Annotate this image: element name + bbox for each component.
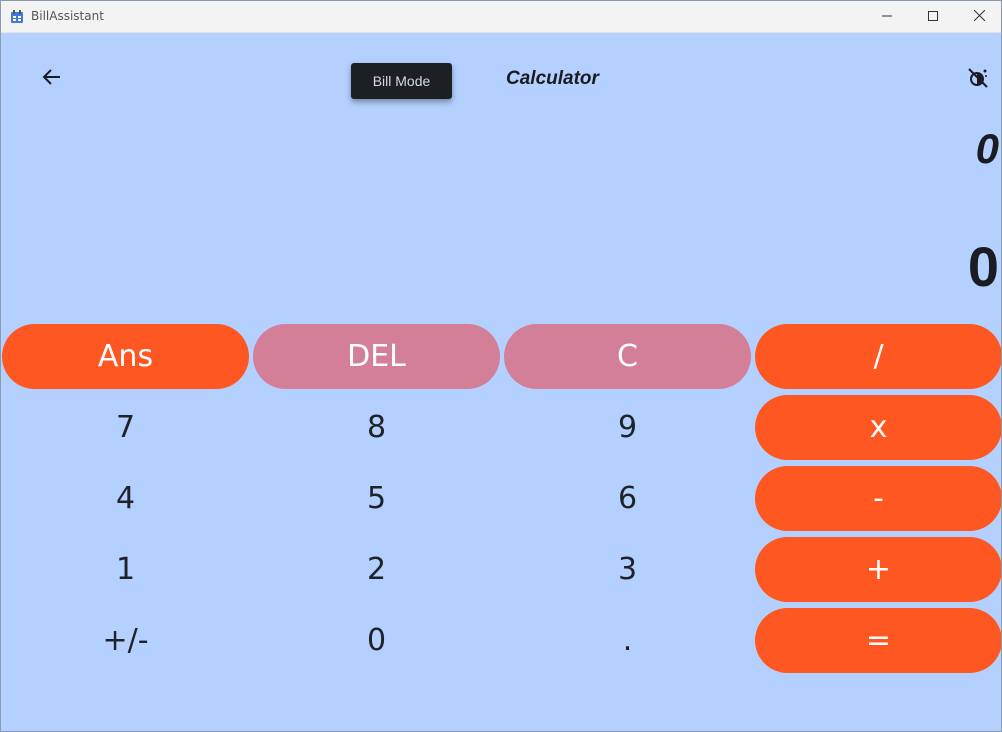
expression-display: 0 — [975, 125, 999, 172]
decimal-point-button[interactable]: . — [504, 608, 751, 673]
minimize-button[interactable] — [864, 1, 910, 32]
arrow-left-icon — [42, 68, 62, 91]
sign-toggle-button[interactable]: +/- — [2, 608, 249, 673]
minimize-icon — [882, 8, 892, 26]
app-window: BillAssistant Bill Mode Calculator 0 0 A… — [0, 0, 1002, 732]
maximize-button[interactable] — [910, 1, 956, 32]
bill-mode-button[interactable]: Bill Mode — [351, 63, 452, 99]
minus-button[interactable]: - — [755, 466, 1001, 531]
digit-6-button[interactable]: 6 — [504, 466, 751, 531]
digit-1-button[interactable]: 1 — [2, 537, 249, 602]
maximize-icon — [928, 8, 938, 26]
clear-button[interactable]: C — [504, 324, 751, 389]
digit-4-button[interactable]: 4 — [2, 466, 249, 531]
page-title: Calculator — [506, 68, 599, 89]
back-button[interactable] — [32, 61, 72, 97]
theme-toggle-icon — [967, 67, 989, 94]
digit-2-button[interactable]: 2 — [253, 537, 500, 602]
delete-button[interactable]: DEL — [253, 324, 500, 389]
equals-button[interactable]: = — [755, 608, 1001, 673]
theme-toggle-button[interactable] — [963, 65, 993, 95]
digit-3-button[interactable]: 3 — [504, 537, 751, 602]
divide-button[interactable]: / — [755, 324, 1001, 389]
digit-9-button[interactable]: 9 — [504, 395, 751, 460]
close-icon — [973, 8, 985, 26]
window-title: BillAssistant — [31, 9, 104, 23]
multiply-button[interactable]: x — [755, 395, 1001, 460]
close-button[interactable] — [956, 1, 1001, 32]
digit-8-button[interactable]: 8 — [253, 395, 500, 460]
digit-5-button[interactable]: 5 — [253, 466, 500, 531]
app-icon — [10, 9, 24, 24]
digit-7-button[interactable]: 7 — [2, 395, 249, 460]
ans-button[interactable]: Ans — [2, 324, 249, 389]
result-display: 0 — [967, 235, 999, 298]
digit-0-button[interactable]: 0 — [253, 608, 500, 673]
plus-button[interactable]: + — [755, 537, 1001, 602]
title-bar: BillAssistant — [1, 1, 1001, 33]
